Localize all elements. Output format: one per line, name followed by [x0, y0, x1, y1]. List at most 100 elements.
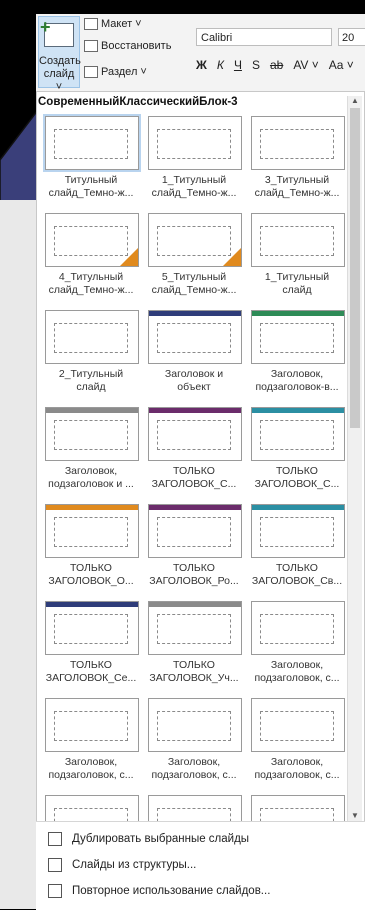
layout-thumbnail: [251, 504, 345, 558]
duplicate-slides-item[interactable]: Дублировать выбранные слайды: [48, 832, 249, 846]
layout-caption-line1: Заголовок,: [270, 756, 324, 768]
layout-tile[interactable]: 1_Титульный слайд: [248, 213, 346, 297]
layout-thumbnail: [251, 601, 345, 655]
layout-caption: ТОЛЬКО ЗАГОЛОВОК_Ро...: [145, 562, 243, 588]
placeholder-box: [157, 420, 231, 450]
layout-caption-line1: 3_Титульный: [264, 174, 330, 186]
layout-caption: 3_Титульный слайд_Темно-ж...: [248, 174, 346, 200]
layout-caption: ТОЛЬКО ЗАГОЛОВОК_Уч...: [145, 659, 243, 685]
layout-caption: 5_Титульный слайд_Темно-ж...: [145, 271, 243, 297]
placeholder-box: [54, 226, 128, 256]
placeholder-box: [157, 226, 231, 256]
layout-tile[interactable]: 1_Титульный слайд_Темно-ж...: [145, 116, 243, 200]
layout-tile[interactable]: Заголовок, подзаголовок, с...: [248, 601, 346, 685]
layout-tile[interactable]: Титульный слайд_Темно-ж...: [42, 114, 141, 200]
layout-tile[interactable]: Заголовок, подзаголовок, с...: [248, 698, 346, 782]
gallery-scrollbar[interactable]: ▲ ▼: [347, 96, 362, 821]
placeholder-box: [157, 711, 231, 741]
accent-band: [252, 311, 344, 316]
placeholder-box: [54, 614, 128, 644]
layout-caption-line2: ЗАГОЛОВОК_Уч...: [149, 672, 239, 684]
outline-label: Слайды из структуры...: [72, 859, 197, 871]
layout-caption-line2: подзаголовок-в...: [255, 381, 339, 393]
strikethrough-button[interactable]: ab: [270, 58, 283, 72]
duplicate-icon: [48, 832, 62, 846]
layout-tile[interactable]: Заголовок, подзаголовок-в...: [248, 310, 346, 394]
layout-tile[interactable]: 5_Титульный слайд_Темно-ж...: [145, 213, 243, 297]
placeholder-box: [54, 420, 128, 450]
layout-tile[interactable]: ТОЛЬКО ЗАГОЛОВОК_С...: [145, 407, 243, 491]
layout-tile[interactable]: Заголовок, подзаголовок, с...: [145, 698, 243, 782]
reset-button[interactable]: Восстановить: [84, 40, 171, 52]
bold-button[interactable]: Ж: [196, 58, 207, 72]
duplicate-label: Дублировать выбранные слайды: [72, 833, 250, 845]
placeholder-box: [54, 517, 128, 547]
layout-caption: Заголовок, подзаголовок, с...: [248, 756, 346, 782]
scroll-thumb[interactable]: [350, 108, 360, 428]
layout-thumbnail: [148, 698, 242, 752]
char-spacing-button[interactable]: AV ˅: [293, 58, 318, 72]
layout-caption-line2: ЗАГОЛОВОК_Се...: [45, 672, 137, 684]
layout-tile[interactable]: ТОЛЬКО ЗАГОЛОВОК_Уч...: [145, 601, 243, 685]
layout-caption-line2: слайд_Темно-ж...: [254, 187, 340, 199]
accent-band: [149, 311, 241, 316]
layout-button[interactable]: Макет ˅: [84, 18, 142, 30]
layout-thumbnail: [45, 504, 139, 558]
layout-caption-line1: ТОЛЬКО: [276, 465, 318, 477]
layout-caption: ТОЛЬКО ЗАГОЛОВОК_Св...: [248, 562, 346, 588]
change-case-button[interactable]: Aa ˅: [329, 58, 354, 72]
layout-tile[interactable]: Заголовок, подзаголовок и ...: [42, 407, 140, 491]
layout-thumbnail: [45, 698, 139, 752]
slides-from-outline-item[interactable]: Слайды из структуры...: [48, 858, 196, 872]
placeholder-box: [260, 226, 334, 256]
font-size-combobox[interactable]: 20: [338, 28, 365, 46]
layout-tile[interactable]: Заголовок и объект: [145, 310, 243, 394]
layout-tile[interactable]: 4_Титульный слайд_Темно-ж...: [42, 213, 140, 297]
placeholder-box: [157, 614, 231, 644]
layout-thumbnail: [251, 116, 345, 170]
layout-caption-line1: Заголовок,: [167, 756, 221, 768]
layout-caption: 1_Титульный слайд_Темно-ж...: [145, 174, 243, 200]
layout-caption-line2: слайд: [76, 381, 106, 393]
layout-caption: ТОЛЬКО ЗАГОЛОВОК_О...: [42, 562, 140, 588]
layout-tile[interactable]: Заголовок, подзаголовок, с...: [42, 698, 140, 782]
font-name-combobox[interactable]: Calibri: [196, 28, 332, 46]
layout-tile[interactable]: ТОЛЬКО ЗАГОЛОВОК_С...: [248, 407, 346, 491]
layout-caption-line2: подзаголовок, с...: [254, 672, 340, 684]
layout-tile[interactable]: 3_Титульный слайд_Темно-ж...: [248, 116, 346, 200]
placeholder-box: [260, 420, 334, 450]
section-label: Раздел ˅: [101, 66, 147, 78]
placeholder-box: [260, 129, 334, 159]
scroll-up-icon[interactable]: ▲: [350, 96, 360, 106]
layout-caption-line2: слайд_Темно-ж...: [151, 187, 237, 199]
layout-caption-line2: объект: [177, 381, 211, 393]
gallery-section-title: СовременныйКлассическийБлок-3: [38, 96, 238, 108]
underline-button[interactable]: Ч: [234, 58, 242, 72]
layout-caption-line1: ТОЛЬКО: [173, 465, 215, 477]
reuse-label: Повторное использование слайдов...: [72, 885, 271, 897]
layout-tile[interactable]: ТОЛЬКО ЗАГОЛОВОК_Св...: [248, 504, 346, 588]
section-button[interactable]: Раздел ˅: [84, 66, 147, 78]
italic-button[interactable]: К: [217, 58, 224, 72]
layout-tile[interactable]: ТОЛЬКО ЗАГОЛОВОК_Ро...: [145, 504, 243, 588]
placeholder-box: [260, 323, 334, 353]
slide-thumbnails-background: [0, 200, 36, 909]
layout-caption-line1: Заголовок и: [164, 368, 224, 380]
layout-tile[interactable]: ТОЛЬКО ЗАГОЛОВОК_Се...: [42, 601, 140, 685]
shadow-button[interactable]: S: [252, 58, 260, 72]
placeholder-box: [54, 323, 128, 353]
layout-caption-line1: 4_Титульный: [58, 271, 124, 283]
layout-thumbnail: [251, 213, 345, 267]
layout-caption-line1: ТОЛЬКО: [70, 659, 112, 671]
layout-caption: 4_Титульный слайд_Темно-ж...: [42, 271, 140, 297]
new-slide-button[interactable]: + Создать слайд ˅: [38, 16, 81, 93]
reuse-slides-item[interactable]: Повторное использование слайдов...: [48, 884, 270, 898]
layout-thumbnail: [251, 310, 345, 364]
placeholder-box: [157, 129, 231, 159]
layout-caption: ТОЛЬКО ЗАГОЛОВОК_С...: [248, 465, 346, 491]
layout-tile[interactable]: ТОЛЬКО ЗАГОЛОВОК_О...: [42, 504, 140, 588]
layout-caption-line2: подзаголовок, с...: [151, 769, 237, 781]
scroll-down-icon[interactable]: ▼: [350, 811, 360, 821]
layout-tile[interactable]: 2_Титульный слайд: [42, 310, 140, 394]
placeholder-box: [260, 614, 334, 644]
